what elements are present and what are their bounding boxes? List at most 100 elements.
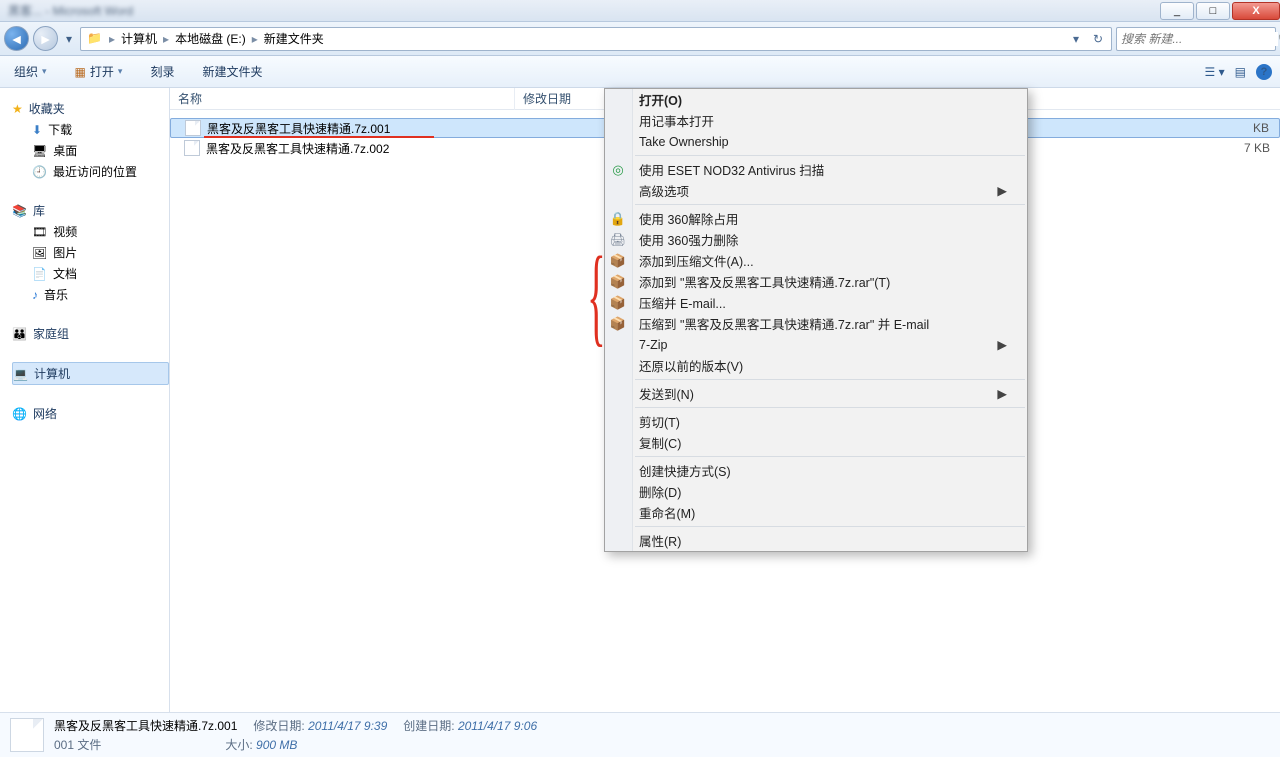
menu-item[interactable]: 删除(D) — [605, 481, 1027, 502]
minimize-button[interactable]: _ — [1160, 2, 1194, 20]
sidebar-libraries[interactable]: 库 — [12, 200, 169, 221]
menu-item-label: 压缩并 E-mail... — [639, 293, 726, 312]
close-button[interactable]: X — [1232, 2, 1280, 20]
g-arch-icon — [610, 274, 626, 290]
menu-item[interactable]: 属性(R) — [605, 530, 1027, 551]
menu-item[interactable]: 使用 360强力删除 — [605, 229, 1027, 250]
file-icon — [184, 140, 200, 156]
search-box[interactable]: 🔍 — [1116, 27, 1276, 51]
sidebar-item-pictures[interactable]: 图片 — [12, 242, 169, 263]
address-dropdown-icon[interactable]: ▾ — [1065, 32, 1087, 46]
network-icon — [12, 407, 27, 421]
annotation-brace: { — [587, 262, 605, 328]
nav-back-button[interactable]: ◄ — [4, 26, 29, 51]
menu-item[interactable]: Take Ownership — [605, 131, 1027, 152]
sidebar-item-videos[interactable]: 视频 — [12, 221, 169, 242]
crumb-computer[interactable]: 计算机 — [117, 28, 161, 50]
search-input[interactable] — [1121, 32, 1278, 46]
maximize-button[interactable]: □ — [1196, 2, 1230, 20]
crumb-newfolder[interactable]: 新建文件夹 — [260, 28, 328, 50]
menu-item[interactable]: 还原以前的版本(V) — [605, 355, 1027, 376]
g-lock-icon — [610, 211, 626, 227]
menu-separator — [635, 407, 1025, 408]
menu-separator — [635, 456, 1025, 457]
menu-item-label: 使用 360强力删除 — [639, 230, 738, 249]
sidebar-computer[interactable]: 计算机 — [12, 362, 169, 385]
menu-item[interactable]: 复制(C) — [605, 432, 1027, 453]
menu-item[interactable]: 添加到压缩文件(A)... — [605, 250, 1027, 271]
new-folder-button[interactable]: 新建文件夹 — [196, 60, 268, 83]
burn-button[interactable]: 刻录 — [144, 60, 180, 83]
folder-icon — [87, 31, 103, 47]
nav-forward-button[interactable]: ► — [33, 26, 58, 51]
preview-pane-icon[interactable]: ▤ — [1235, 65, 1246, 79]
file-name: 黑客及反黑客工具快速精通.7z.001 — [207, 120, 527, 137]
menu-item-label: 复制(C) — [639, 433, 681, 452]
menu-item-label: 用记事本打开 — [639, 111, 714, 130]
sidebar-item-recent[interactable]: 最近访问的位置 — [12, 161, 169, 182]
g-arch-icon — [610, 253, 626, 269]
menu-item[interactable]: 添加到 "黑客及反黑客工具快速精通.7z.rar"(T) — [605, 271, 1027, 292]
menu-item-label: 重命名(M) — [639, 503, 695, 522]
menu-item-label: 使用 ESET NOD32 Antivirus 扫描 — [639, 160, 824, 179]
nav-history-dropdown[interactable]: ▾ — [62, 32, 76, 46]
star-icon — [12, 102, 23, 116]
menu-item[interactable]: 压缩并 E-mail... — [605, 292, 1027, 313]
menu-item[interactable]: 重命名(M) — [605, 502, 1027, 523]
help-icon[interactable]: ? — [1256, 64, 1272, 80]
menu-item[interactable]: 压缩到 "黑客及反黑客工具快速精通.7z.rar" 并 E-mail — [605, 313, 1027, 334]
file-icon — [185, 120, 201, 136]
menu-item-label: 添加到压缩文件(A)... — [639, 251, 754, 270]
menu-item[interactable]: 打开(O) — [605, 89, 1027, 110]
breadcrumb-bar[interactable]: ▸ 计算机 ▸ 本地磁盘 (E:) ▸ 新建文件夹 ▾ ↻ — [80, 27, 1112, 51]
g-arch-g-icon — [610, 295, 626, 311]
desktop-icon — [32, 144, 47, 158]
details-thumb-icon — [10, 718, 44, 752]
crumb-drive-e[interactable]: 本地磁盘 (E:) — [171, 28, 250, 50]
menu-item-label: 添加到 "黑客及反黑客工具快速精通.7z.rar"(T) — [639, 272, 890, 291]
address-row: ◄ ► ▾ ▸ 计算机 ▸ 本地磁盘 (E:) ▸ 新建文件夹 ▾ ↻ 🔍 — [0, 22, 1280, 56]
sidebar-item-documents[interactable]: 文档 — [12, 263, 169, 284]
menu-item[interactable]: 创建快捷方式(S) — [605, 460, 1027, 481]
nav-sidebar: 收藏夹 下载 桌面 最近访问的位置 库 视频 图片 文档 音乐 家庭组 计算机 … — [0, 88, 170, 712]
menu-item-label: 剪切(T) — [639, 412, 680, 431]
menu-separator — [635, 526, 1025, 527]
sidebar-homegroup[interactable]: 家庭组 — [12, 323, 169, 344]
video-icon — [32, 225, 47, 239]
sidebar-item-desktop[interactable]: 桌面 — [12, 140, 169, 161]
music-icon — [32, 288, 38, 302]
download-icon — [32, 123, 42, 137]
window-caption: 黑客... - Microsoft Word — [8, 2, 133, 19]
open-button[interactable]: ▦ 打开▾ — [69, 60, 129, 83]
toolbar: 组织▾ ▦ 打开▾ 刻录 新建文件夹 ☰ ▾ ▤ ? — [0, 56, 1280, 88]
sidebar-item-downloads[interactable]: 下载 — [12, 119, 169, 140]
details-subtitle: 001 文件 — [54, 736, 101, 753]
menu-item-label: 高级选项 — [639, 181, 689, 200]
sidebar-network[interactable]: 网络 — [12, 403, 169, 424]
details-modified: 2011/4/17 9:39 — [308, 719, 387, 733]
menu-item[interactable]: 发送到(N)▶ — [605, 383, 1027, 404]
col-name[interactable]: 名称 — [170, 88, 515, 110]
menu-separator — [635, 155, 1025, 156]
sidebar-item-music[interactable]: 音乐 — [12, 284, 169, 305]
view-options-icon[interactable]: ☰ ▾ — [1205, 65, 1225, 79]
menu-item[interactable]: 使用 ESET NOD32 Antivirus 扫描 — [605, 159, 1027, 180]
menu-item[interactable]: 高级选项 ▶ — [605, 180, 1027, 201]
organize-button[interactable]: 组织▾ — [8, 60, 53, 83]
menu-separator — [635, 379, 1025, 380]
library-icon — [12, 204, 27, 218]
submenu-arrow-icon: ▶ — [997, 386, 1007, 401]
file-list-pane: 名称 修改日期 类型 大小 黑客及反黑客工具快速精通.7z.001 KB 黑客及… — [170, 88, 1280, 712]
refresh-icon[interactable]: ↻ — [1087, 32, 1109, 46]
menu-item[interactable]: 用记事本打开 — [605, 110, 1027, 131]
menu-item[interactable]: 剪切(T) — [605, 411, 1027, 432]
menu-item-label: Take Ownership — [639, 135, 729, 149]
menu-item-label: 打开(O) — [639, 90, 682, 109]
sidebar-favorites[interactable]: 收藏夹 — [12, 98, 169, 119]
menu-item-label: 属性(R) — [639, 531, 681, 550]
menu-item[interactable]: 7-Zip▶ — [605, 334, 1027, 355]
submenu-arrow-icon: ▶ — [997, 183, 1007, 198]
menu-item-label: 还原以前的版本(V) — [639, 356, 743, 375]
menu-item[interactable]: 使用 360解除占用 — [605, 208, 1027, 229]
g-arch-g-icon — [610, 316, 626, 332]
